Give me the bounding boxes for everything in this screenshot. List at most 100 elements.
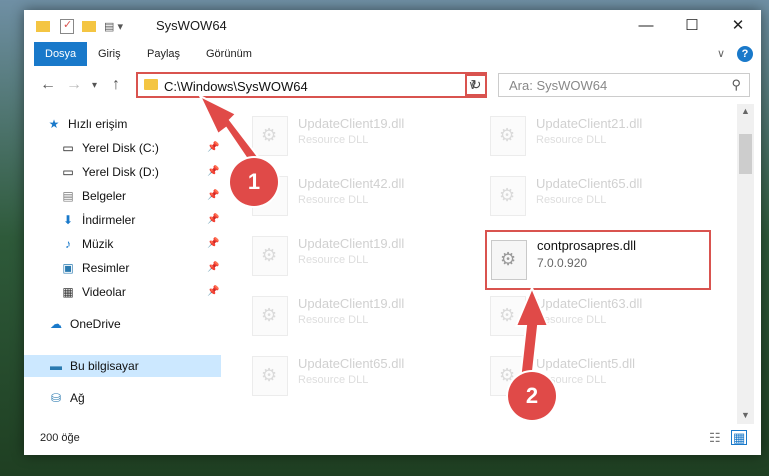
pin-icon[interactable]: 📌 <box>207 142 219 153</box>
file-name: UpdateClient65.dll <box>536 176 643 191</box>
tab-file[interactable]: Dosya <box>34 42 88 66</box>
folder-icon[interactable] <box>36 20 50 32</box>
close-button[interactable]: ✕ <box>715 10 761 42</box>
sidebar-item-pictures[interactable]: ▣ Resimler <box>60 257 129 279</box>
pin-icon[interactable]: 📌 <box>207 238 219 249</box>
window-title: SysWOW64 <box>156 18 227 33</box>
help-icon[interactable]: ? <box>737 46 753 62</box>
maximize-button[interactable]: ☐ <box>669 10 715 42</box>
sidebar-item-downloads[interactable]: ⬇ İndirmeler <box>60 209 135 231</box>
large-icons-view-icon[interactable]: ▦ <box>731 430 748 445</box>
scroll-down-icon[interactable]: ▼ <box>741 410 750 420</box>
quick-access-toolbar: ✓ ▤ ▾ <box>36 18 123 34</box>
search-icon: ⚲ <box>731 77 741 92</box>
step-1-badge: 1 <box>230 158 278 206</box>
address-bar[interactable]: C:\Windows\SysWOW64 ∨ <box>136 72 487 98</box>
dll-file-icon <box>252 116 288 156</box>
sidebar-label: Yerel Disk (D:) <box>82 165 159 179</box>
drive-icon: ▭ <box>62 141 74 155</box>
drive-icon: ▭ <box>62 165 74 179</box>
music-icon: ♪ <box>65 237 71 251</box>
sidebar-label: İndirmeler <box>82 213 136 227</box>
file-name: UpdateClient65.dll <box>298 356 405 371</box>
folder-icon <box>144 79 158 90</box>
search-placeholder: Ara: SysWOW64 <box>509 78 608 93</box>
cloud-icon: ☁ <box>50 317 62 331</box>
vertical-scrollbar[interactable]: ▲ ▼ <box>737 104 754 424</box>
file-item[interactable]: UpdateClient42.dll Resource DLL <box>248 172 468 222</box>
file-item[interactable]: UpdateClient63.dll Resource DLL <box>486 292 706 342</box>
sidebar-item-onedrive[interactable]: ☁ OneDrive <box>48 313 121 335</box>
scroll-up-icon[interactable]: ▲ <box>741 106 750 116</box>
dll-file-icon <box>252 296 288 336</box>
pin-icon[interactable]: 📌 <box>207 286 219 297</box>
downloads-icon: ⬇ <box>62 213 74 227</box>
navigation-pane: ★ Hızlı erişim ▭ Yerel Disk (C:) 📌 ▭ Yerel … <box>24 104 221 424</box>
file-item[interactable]: UpdateClient19.dll Resource DLL <box>248 292 468 342</box>
sidebar-item-local-disk-d[interactable]: ▭ Yerel Disk (D:) <box>60 161 159 183</box>
sidebar-item-videos[interactable]: ▦ Videolar <box>60 281 126 303</box>
sidebar-item-local-disk-c[interactable]: ▭ Yerel Disk (C:) <box>60 137 159 159</box>
file-item-contprosapres[interactable]: contprosapres.dll 7.0.0.920 <box>485 230 711 290</box>
forward-arrow-icon[interactable]: → <box>66 76 82 94</box>
file-description: Resource DLL <box>298 314 369 326</box>
item-count: 200 öğe <box>40 432 80 444</box>
recent-locations-icon[interactable]: ▾ <box>92 80 97 91</box>
new-folder-icon[interactable] <box>82 20 96 32</box>
sidebar-label: Ağ <box>70 391 85 405</box>
documents-icon: ▤ <box>62 189 74 203</box>
file-list: UpdateClient19.dll Resource DLL UpdateCl… <box>234 104 737 424</box>
dll-file-icon <box>491 240 527 280</box>
file-item[interactable]: UpdateClient65.dll Resource DLL <box>248 352 468 402</box>
properties-icon[interactable]: ✓ <box>60 18 74 34</box>
file-description: Resource DLL <box>536 134 607 146</box>
tab-home[interactable]: Giriş <box>98 42 121 66</box>
file-name: UpdateClient19.dll <box>298 296 405 311</box>
scrollbar-thumb[interactable] <box>739 134 752 174</box>
file-item[interactable]: UpdateClient19.dll Resource DLL <box>248 112 468 162</box>
search-input[interactable]: Ara: SysWOW64 ⚲ <box>498 73 750 97</box>
file-item[interactable]: UpdateClient19.dll Resource DLL <box>248 232 468 282</box>
tab-view[interactable]: Görünüm <box>206 42 252 66</box>
status-bar: 200 öğe ☷ ▦ <box>24 424 761 455</box>
file-name: UpdateClient63.dll <box>536 296 643 311</box>
tab-share[interactable]: Paylaş <box>147 42 180 66</box>
refresh-button[interactable]: ↻ <box>465 74 487 96</box>
file-description: Resource DLL <box>298 374 369 386</box>
pin-icon[interactable]: 📌 <box>207 262 219 273</box>
star-icon: ★ <box>48 117 60 131</box>
dll-file-icon <box>252 236 288 276</box>
step-2-badge: 2 <box>508 372 556 420</box>
file-explorer-window: ✓ ▤ ▾ SysWOW64 — ☐ ✕ Dosya Giriş Paylaş … <box>24 10 761 455</box>
back-arrow-icon[interactable]: ← <box>40 76 56 94</box>
navigation-bar: ← → ▾ ↑ C:\Windows\SysWOW64 ∨ ↻ Ara: Sys… <box>24 66 761 104</box>
file-name: contprosapres.dll <box>537 238 636 253</box>
dll-file-icon <box>252 356 288 396</box>
sidebar-label: Videolar <box>82 285 126 299</box>
up-arrow-icon[interactable]: ↑ <box>112 76 120 94</box>
file-name: UpdateClient19.dll <box>298 236 405 251</box>
customize-icon[interactable]: ▤ ▾ <box>104 20 123 33</box>
file-description: Resource DLL <box>298 194 369 206</box>
file-name: UpdateClient42.dll <box>298 176 405 191</box>
file-item[interactable]: UpdateClient65.dll Resource DLL <box>486 172 706 222</box>
sidebar-item-network[interactable]: ⛁ Ağ <box>48 387 85 409</box>
sidebar-label: Hızlı erişim <box>68 117 128 131</box>
sidebar-item-quick-access[interactable]: ★ Hızlı erişim <box>46 113 128 135</box>
pin-icon[interactable]: 📌 <box>207 166 219 177</box>
sidebar-item-this-pc[interactable]: ▬ Bu bilgisayar <box>48 355 139 377</box>
ribbon-collapse-icon[interactable]: ∨ <box>717 42 725 66</box>
sidebar-label: Resimler <box>82 261 130 275</box>
minimize-button[interactable]: — <box>623 10 669 42</box>
file-description: Resource DLL <box>298 254 369 266</box>
videos-icon: ▦ <box>62 285 74 299</box>
sidebar-item-music[interactable]: ♪ Müzik <box>60 233 113 255</box>
pin-icon[interactable]: 📌 <box>207 214 219 225</box>
pin-icon[interactable]: 📌 <box>207 190 219 201</box>
file-version: 7.0.0.920 <box>537 256 588 270</box>
computer-icon: ▬ <box>50 359 62 373</box>
details-view-icon[interactable]: ☷ <box>709 430 721 446</box>
file-item[interactable]: UpdateClient21.dll Resource DLL <box>486 112 706 162</box>
address-path[interactable]: C:\Windows\SysWOW64 <box>164 79 308 94</box>
sidebar-item-documents[interactable]: ▤ Belgeler <box>60 185 126 207</box>
